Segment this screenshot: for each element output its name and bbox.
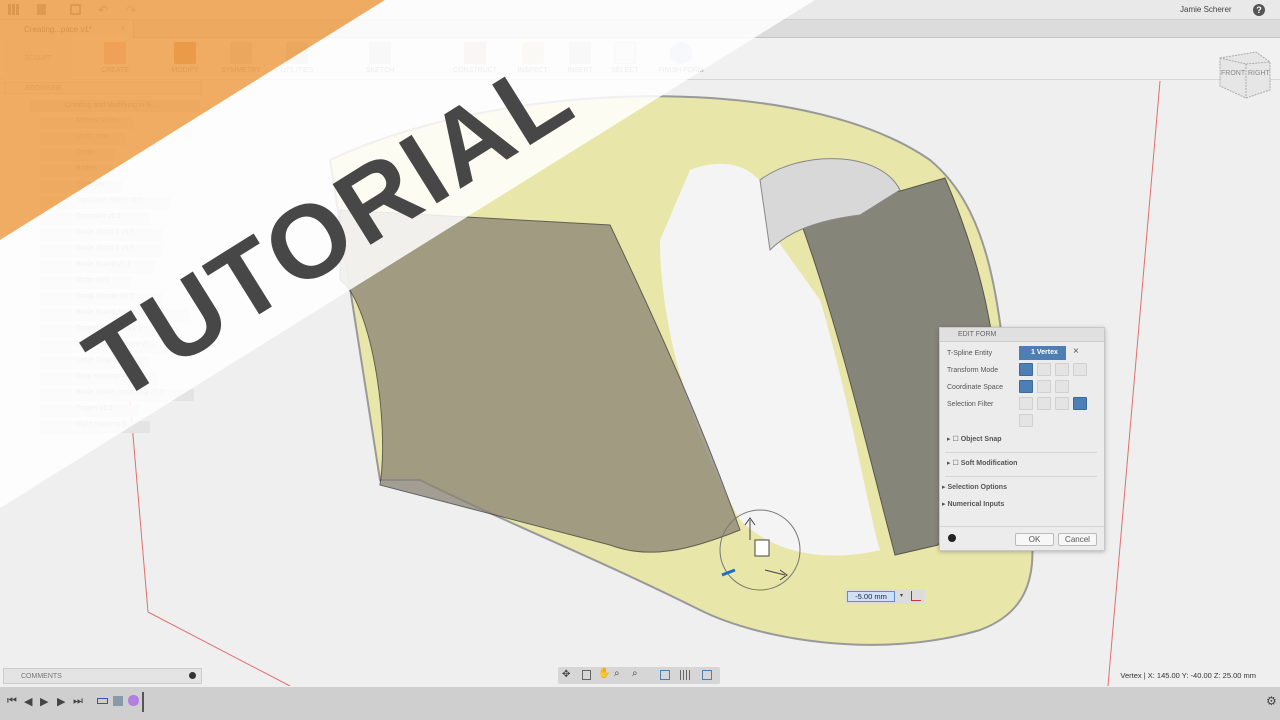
all-filter-icon[interactable] — [1073, 397, 1087, 410]
browser-item[interactable]: Guide Block 2 v1:1 — [40, 245, 162, 257]
view-space-icon[interactable] — [1037, 380, 1051, 393]
transform-mode-label: Transform Mode — [947, 367, 999, 374]
timeline-form-icon[interactable] — [128, 695, 139, 706]
world-space-icon[interactable] — [1019, 380, 1033, 393]
step-back-icon[interactable]: ◀ — [24, 695, 32, 708]
add-comment-icon[interactable] — [189, 672, 196, 679]
step-forward-icon[interactable]: ▶ — [40, 695, 48, 708]
pan-icon[interactable]: ✋ — [598, 668, 610, 679]
info-icon[interactable] — [948, 534, 956, 542]
clear-selection-icon[interactable]: × — [1073, 346, 1079, 357]
play-icon[interactable]: ▶ — [57, 695, 65, 708]
settings-icon[interactable]: ⚙ — [1266, 694, 1277, 708]
document-tab-bar: Creating...pace v1* × — [0, 20, 1280, 38]
utilities-menu[interactable]: UTILITIES — [272, 38, 322, 80]
display-settings-icon[interactable] — [660, 670, 670, 680]
navigation-bar: ✥ ✋ ⌕ ⌕ — [558, 667, 720, 684]
viewcube-right-face[interactable]: RIGHT — [1248, 70, 1270, 77]
user-menu[interactable]: Jamie Scherer — [1180, 5, 1232, 14]
vertex-filter-icon[interactable] — [1019, 397, 1033, 410]
viewports-icon[interactable] — [702, 670, 712, 680]
browser-root-item[interactable]: Creating and Modifying in S... — [30, 100, 200, 112]
translate-icon[interactable] — [1037, 363, 1051, 376]
document-tab[interactable]: Creating...pace v1* × — [0, 20, 134, 38]
workspace-switcher[interactable]: SCULPT — [3, 38, 73, 80]
selection-filter-label: Selection Filter — [947, 401, 994, 408]
scale-icon[interactable] — [1073, 363, 1087, 376]
edge-filter-icon[interactable] — [1037, 397, 1051, 410]
tspline-entity-selection[interactable]: 1 Vertex — [1019, 346, 1066, 360]
browser-item[interactable]: Guide Block 1 v1:1 — [40, 229, 162, 241]
timeline-marker[interactable] — [142, 692, 144, 712]
go-to-end-icon[interactable]: ⏭ — [73, 695, 83, 708]
dialog-header[interactable]: EDIT FORM — [940, 328, 1104, 342]
divider — [940, 526, 1104, 527]
timeline-feature-icon[interactable] — [113, 696, 123, 706]
browser-item[interactable]: Bodies — [40, 165, 114, 177]
edit-form-dialog: EDIT FORM T-Spline Entity 1 Vertex × Tra… — [939, 327, 1105, 551]
tab-title: Creating...pace v1* — [24, 25, 93, 34]
distance-input[interactable]: -5.00 mm — [847, 591, 895, 602]
ok-button[interactable]: OK — [1015, 533, 1054, 546]
symmetry-menu[interactable]: SYMMETRY — [215, 38, 267, 80]
browser-item[interactable]: Named Views — [40, 117, 134, 129]
app-grid-icon[interactable] — [8, 4, 19, 15]
timeline-feature-icon[interactable] — [97, 698, 108, 704]
top-bar: ↶ ↷ Jamie Scherer ? — [0, 0, 1280, 20]
undo-icon[interactable]: ↶ — [98, 3, 108, 17]
close-tab-icon[interactable]: × — [120, 23, 126, 34]
coordinate-space-label: Coordinate Space — [947, 384, 1004, 391]
numerical-inputs-row[interactable]: ▸ Numerical Inputs — [942, 500, 1004, 508]
look-at-icon[interactable] — [582, 670, 591, 680]
axis-icon[interactable] — [911, 591, 921, 601]
status-readout: Vertex | X: 145.00 Y: -40.00 Z: 25.00 mm — [1120, 671, 1256, 680]
viewcube-front-face[interactable]: FRONT — [1221, 70, 1245, 77]
browser-item[interactable]: Origin — [40, 149, 114, 161]
viewcube[interactable]: FRONT RIGHT — [1216, 48, 1274, 100]
multi-transform-icon[interactable] — [1019, 363, 1033, 376]
cancel-button[interactable]: Cancel — [1058, 533, 1097, 546]
dropdown-arrow-icon[interactable]: ▾ — [900, 592, 903, 599]
timeline: ⏮ ◀ ▶ ▶ ⏭ ⚙ — [0, 687, 1280, 720]
browser-item[interactable]: Units: mm — [40, 133, 126, 145]
browser-title: BROWSER — [25, 85, 62, 92]
zoom-icon[interactable]: ⌕ — [614, 668, 620, 679]
browser-panel-header[interactable]: BROWSER — [4, 82, 202, 94]
browser-item[interactable]: Sketches — [40, 181, 122, 193]
grid-settings-icon[interactable] — [680, 670, 690, 680]
comments-panel[interactable]: COMMENTS — [3, 668, 202, 684]
finish-form-button[interactable]: FINISH FORM — [650, 38, 712, 80]
divider — [945, 452, 1097, 453]
go-to-start-icon[interactable]: ⏮ — [7, 695, 17, 708]
modify-menu[interactable]: MODIFY — [160, 38, 210, 80]
divider — [945, 476, 1097, 477]
file-icon[interactable] — [37, 4, 46, 15]
save-icon[interactable] — [70, 4, 81, 15]
browser-item[interactable]: Motor v1:1 — [40, 277, 130, 289]
body-filter-icon[interactable] — [1019, 414, 1033, 427]
redo-icon[interactable]: ↷ — [126, 3, 136, 17]
browser-item[interactable]: Blade Guard v1:1 — [40, 261, 154, 273]
help-icon[interactable]: ? — [1253, 4, 1265, 16]
browser-item[interactable]: Controller v1:1 — [40, 213, 150, 225]
tspline-entity-label: T-Spline Entity — [947, 350, 993, 357]
face-filter-icon[interactable] — [1055, 397, 1069, 410]
object-snap-row[interactable]: ▸ ☐ Object Snap — [947, 435, 1002, 443]
local-space-icon[interactable] — [1055, 380, 1069, 393]
orbit-icon[interactable]: ✥ — [562, 669, 570, 680]
selection-options-row[interactable]: ▸ Selection Options — [942, 483, 1007, 491]
zoom-window-icon[interactable]: ⌕ — [632, 668, 638, 679]
axis-line — [1107, 81, 1161, 686]
distance-input-box: -5.00 mm ▾ — [845, 589, 925, 604]
soft-modification-row[interactable]: ▸ ☐ Soft Modification — [947, 459, 1017, 467]
rotate-icon[interactable] — [1055, 363, 1069, 376]
create-menu[interactable]: CREATE — [80, 38, 150, 80]
browser-item[interactable]: Top Cover Sheet v1:1 — [40, 197, 170, 209]
sketch-menu[interactable]: SKETCH — [350, 38, 410, 80]
